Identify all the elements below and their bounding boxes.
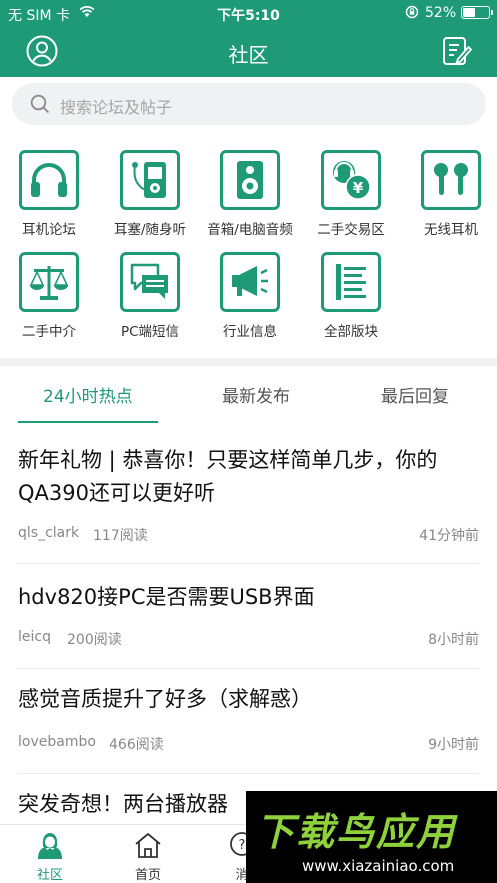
category-tile [19,252,79,312]
post-title: 新年礼物 | 恭喜你！只要这样简单几步，你的QA390还可以更好听 [18,448,438,505]
post-reads: 117阅读 [93,528,148,544]
scale-icon [29,266,69,300]
tab-24h-hot[interactable]: 24小时热点 [43,382,133,407]
home-icon [135,833,161,858]
feed-tabs: 24小时热点 最新发布 最后回复 [0,366,497,424]
post-author: qls_clark [18,525,80,541]
community-icon [38,833,62,859]
rotation-lock-icon [405,5,419,19]
post-title: hdv820接PC是否需要USB界面 [18,585,315,609]
category-earbuds-player[interactable]: 耳塞/随身听 [101,140,199,240]
trade-icon: ¥ [333,161,371,200]
svg-text:?: ? [239,838,246,853]
section-divider [0,358,497,366]
category-tile: ¥ [321,150,381,210]
earbuds-player-icon [132,162,166,198]
headphones-icon [31,163,67,197]
category-speaker[interactable]: 音箱/电脑音频 [201,140,299,240]
tab-last-reply[interactable]: 最后回复 [381,382,449,407]
tabbar-label: 首页 [134,868,161,883]
category-tile [120,252,180,312]
nav-bar: 社区 [0,26,497,77]
post-time: 41分钟前 [419,528,479,544]
battery-icon [461,6,493,19]
search-icon [30,94,50,114]
compose-icon[interactable] [442,35,472,67]
tabbar-community[interactable]: 社区 [20,829,80,883]
category-tile [220,150,280,210]
category-grid: 耳机论坛 耳塞/随身听 音箱/电脑音频 ¥ 二手交易区 无线耳机 二手中介 PC… [0,140,497,358]
post-author: leicq [18,629,51,645]
page-title: 社区 [228,43,269,67]
post-title: 感觉音质提升了好多（求解惑） [18,687,312,711]
post-time: 9小时前 [428,737,479,753]
watermark-overlay: 下载鸟应用 www.xiazainiao.com [246,791,497,883]
status-time: 下午5:10 [217,8,280,24]
tabbar-home[interactable]: 首页 [118,829,178,883]
chat-icon [130,263,168,299]
category-label: 行业信息 [223,324,277,340]
category-tile [220,252,280,312]
category-headphones[interactable]: 耳机论坛 [0,140,98,240]
search-section: 搜索论坛及帖子 [0,77,497,133]
post-reads: 466阅读 [109,737,164,753]
category-tile [321,252,381,312]
category-label: 无线耳机 [424,222,478,238]
search-placeholder: 搜索论坛及帖子 [60,98,173,117]
watermark-logo-text: 下载鸟应用 [256,810,457,854]
list-item[interactable]: hdv820接PC是否需要USB界面 leicq 200阅读 8小时前 [0,564,497,669]
category-broker[interactable]: 二手中介 [0,242,98,342]
category-label: 耳塞/随身听 [113,222,187,238]
category-label: 二手交易区 [317,222,385,238]
wireless-earbuds-icon [434,163,468,195]
speaker-icon [237,161,263,199]
category-label: 音箱/电脑音频 [207,222,293,238]
category-wireless[interactable]: 无线耳机 [402,140,497,240]
megaphone-icon [232,266,268,296]
list-icon [336,264,366,300]
watermark-url: www.xiazainiao.com [302,857,455,875]
battery-percent: 52% [425,5,457,21]
list-item[interactable]: 新年礼物 | 恭喜你！只要这样简单几步，你的QA390还可以更好听 qls_cl… [0,424,497,564]
category-label: 二手中介 [22,324,76,340]
post-reads: 200阅读 [67,632,122,648]
post-time: 8小时前 [428,632,479,648]
category-pc-sms[interactable]: PC端短信 [101,242,199,342]
svg-text:¥: ¥ [353,179,364,197]
active-tab-indicator [18,421,158,423]
app-header: 无 SIM 卡 下午5:10 52% 社区 [0,0,497,77]
status-bar: 无 SIM 卡 下午5:10 52% [0,0,497,26]
tabbar-label: 社区 [36,868,63,883]
search-input[interactable]: 搜索论坛及帖子 [12,83,486,125]
category-all[interactable]: 全部版块 [302,242,400,342]
list-item[interactable]: 感觉音质提升了好多（求解惑） lovebambo 466阅读 9小时前 [0,669,497,774]
category-label: PC端短信 [120,324,180,340]
category-trade[interactable]: ¥ 二手交易区 [302,140,400,240]
category-label: 全部版块 [324,324,378,340]
post-author: lovebambo [18,734,96,750]
tab-latest[interactable]: 最新发布 [222,382,290,407]
category-tile [421,150,481,210]
post-list: 新年礼物 | 恭喜你！只要这样简单几步，你的QA390还可以更好听 qls_cl… [0,424,497,824]
category-tile [120,150,180,210]
category-label: 耳机论坛 [22,222,76,238]
category-industry[interactable]: 行业信息 [201,242,299,342]
category-tile [19,150,79,210]
